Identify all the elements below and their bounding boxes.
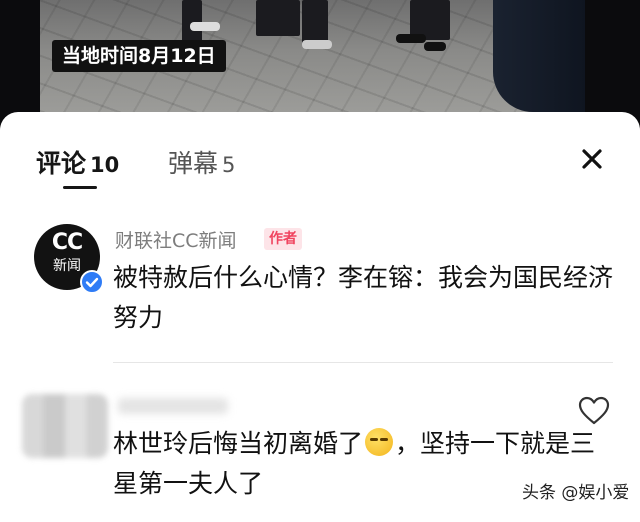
verified-check-icon [80, 270, 104, 294]
comment-author-name-blurred [118, 398, 228, 414]
avatar-logo-text: CC [51, 230, 83, 255]
tab-comments-label: 评论 [36, 149, 87, 178]
watermark: 头条 @娱小爱 [522, 483, 630, 503]
tab-danmaku[interactable]: 弹幕 5 [168, 144, 235, 180]
tab-active-indicator [63, 186, 97, 189]
author-badge: 作者 [264, 228, 302, 250]
person-legs [256, 0, 300, 36]
like-button[interactable] [578, 396, 610, 426]
person-legs [302, 0, 328, 44]
person-shoe [190, 22, 220, 31]
tab-danmaku-label: 弹幕 [168, 149, 219, 178]
tab-comments[interactable]: 评论 10 [36, 144, 119, 180]
comment-author-name[interactable]: 财联社CC新闻 [115, 226, 237, 253]
person-shoe [302, 40, 332, 49]
comment-text-part: 林世玲后悔当初离婚了 [113, 429, 364, 458]
avatar-blurred[interactable] [22, 394, 108, 458]
video-date-caption: 当地时间8月12日 [52, 40, 226, 72]
person-coat [493, 0, 585, 112]
close-button[interactable] [578, 145, 606, 173]
sly-smile-emoji-icon [365, 428, 394, 456]
comment-sheet: 评论 10 弹幕 5 CC 新闻 财联社CC新闻 作者 被特赦后什么心情？李在镕：我… [0, 112, 640, 522]
heart-outline-icon [578, 396, 610, 425]
video-player[interactable]: 当地时间8月12日 [0, 0, 640, 125]
avatar[interactable]: CC 新闻 [34, 224, 104, 294]
tab-danmaku-count: 5 [222, 153, 236, 177]
person-shoe [396, 34, 426, 43]
tab-comments-count: 10 [90, 153, 120, 177]
comment-text[interactable]: 被特赦后什么心情？李在镕：我会为国民经济努力 [113, 258, 613, 338]
divider [113, 362, 613, 363]
person-shoe [424, 42, 446, 51]
close-icon [582, 149, 602, 169]
